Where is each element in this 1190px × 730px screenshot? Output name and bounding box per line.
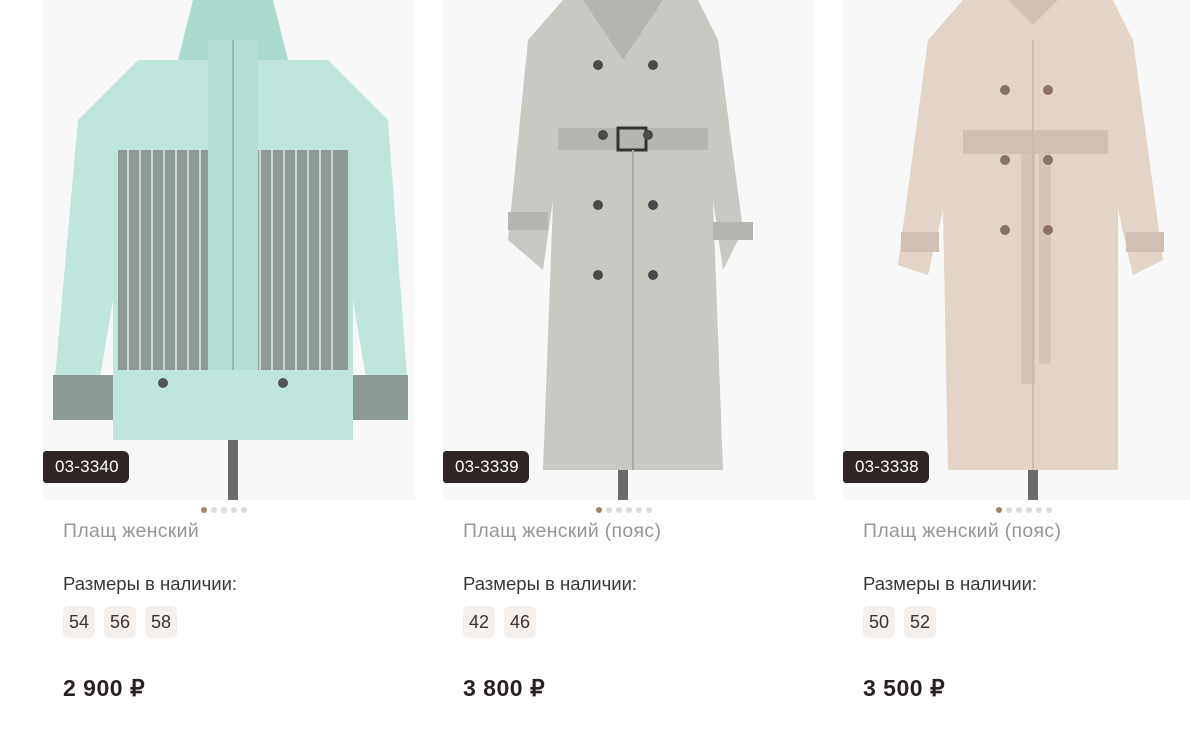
gallery-dot[interactable] [231,507,237,513]
gallery-dot[interactable] [1026,507,1032,513]
size-chip[interactable]: 56 [104,606,136,638]
gallery-dot[interactable] [996,507,1002,513]
product-card[interactable]: 03-3340 Плащ женский Размеры в наличии: … [43,0,415,730]
gallery-dot[interactable] [211,507,217,513]
gallery-dot[interactable] [596,507,602,513]
size-chip[interactable]: 52 [904,606,936,638]
size-chip[interactable]: 46 [504,606,536,638]
gallery-dots[interactable] [996,507,1052,513]
product-sku-badge: 03-3338 [843,451,929,483]
gallery-dot[interactable] [606,507,612,513]
gallery-dot[interactable] [646,507,652,513]
size-list: 42 46 [463,606,536,638]
product-card[interactable]: 03-3338 Плащ женский (пояс) Размеры в на… [843,0,1190,730]
gallery-dot[interactable] [616,507,622,513]
product-price: 3 800 ₽ [463,675,546,701]
product-photo[interactable] [43,0,415,500]
size-chip[interactable]: 58 [145,606,177,638]
product-title[interactable]: Плащ женский (пояс) [863,520,1061,543]
gallery-dot[interactable] [1006,507,1012,513]
product-price: 3 500 ₽ [863,675,946,701]
size-chip[interactable]: 50 [863,606,895,638]
sizes-label: Размеры в наличии: [63,573,238,594]
gallery-dot[interactable] [221,507,227,513]
gallery-dots[interactable] [596,507,652,513]
sizes-label: Размеры в наличии: [863,573,1038,594]
product-title[interactable]: Плащ женский [63,520,199,543]
gallery-dot[interactable] [636,507,642,513]
size-list: 54 56 58 [63,606,177,638]
gallery-dots[interactable] [201,507,247,513]
product-sku-badge: 03-3340 [43,451,129,483]
size-chip[interactable]: 42 [463,606,495,638]
product-sku-badge: 03-3339 [443,451,529,483]
product-title[interactable]: Плащ женский (пояс) [463,520,661,543]
gallery-dot[interactable] [241,507,247,513]
product-price: 2 900 ₽ [63,675,146,701]
product-photo[interactable] [443,0,815,500]
product-card[interactable]: 03-3339 Плащ женский (пояс) Размеры в на… [443,0,815,730]
sizes-label: Размеры в наличии: [463,573,638,594]
gallery-dot[interactable] [626,507,632,513]
size-chip[interactable]: 54 [63,606,95,638]
size-list: 50 52 [863,606,936,638]
gallery-dot[interactable] [1036,507,1042,513]
gallery-dot[interactable] [1016,507,1022,513]
product-photo[interactable] [843,0,1190,500]
gallery-dot[interactable] [201,507,207,513]
gallery-dot[interactable] [1046,507,1052,513]
